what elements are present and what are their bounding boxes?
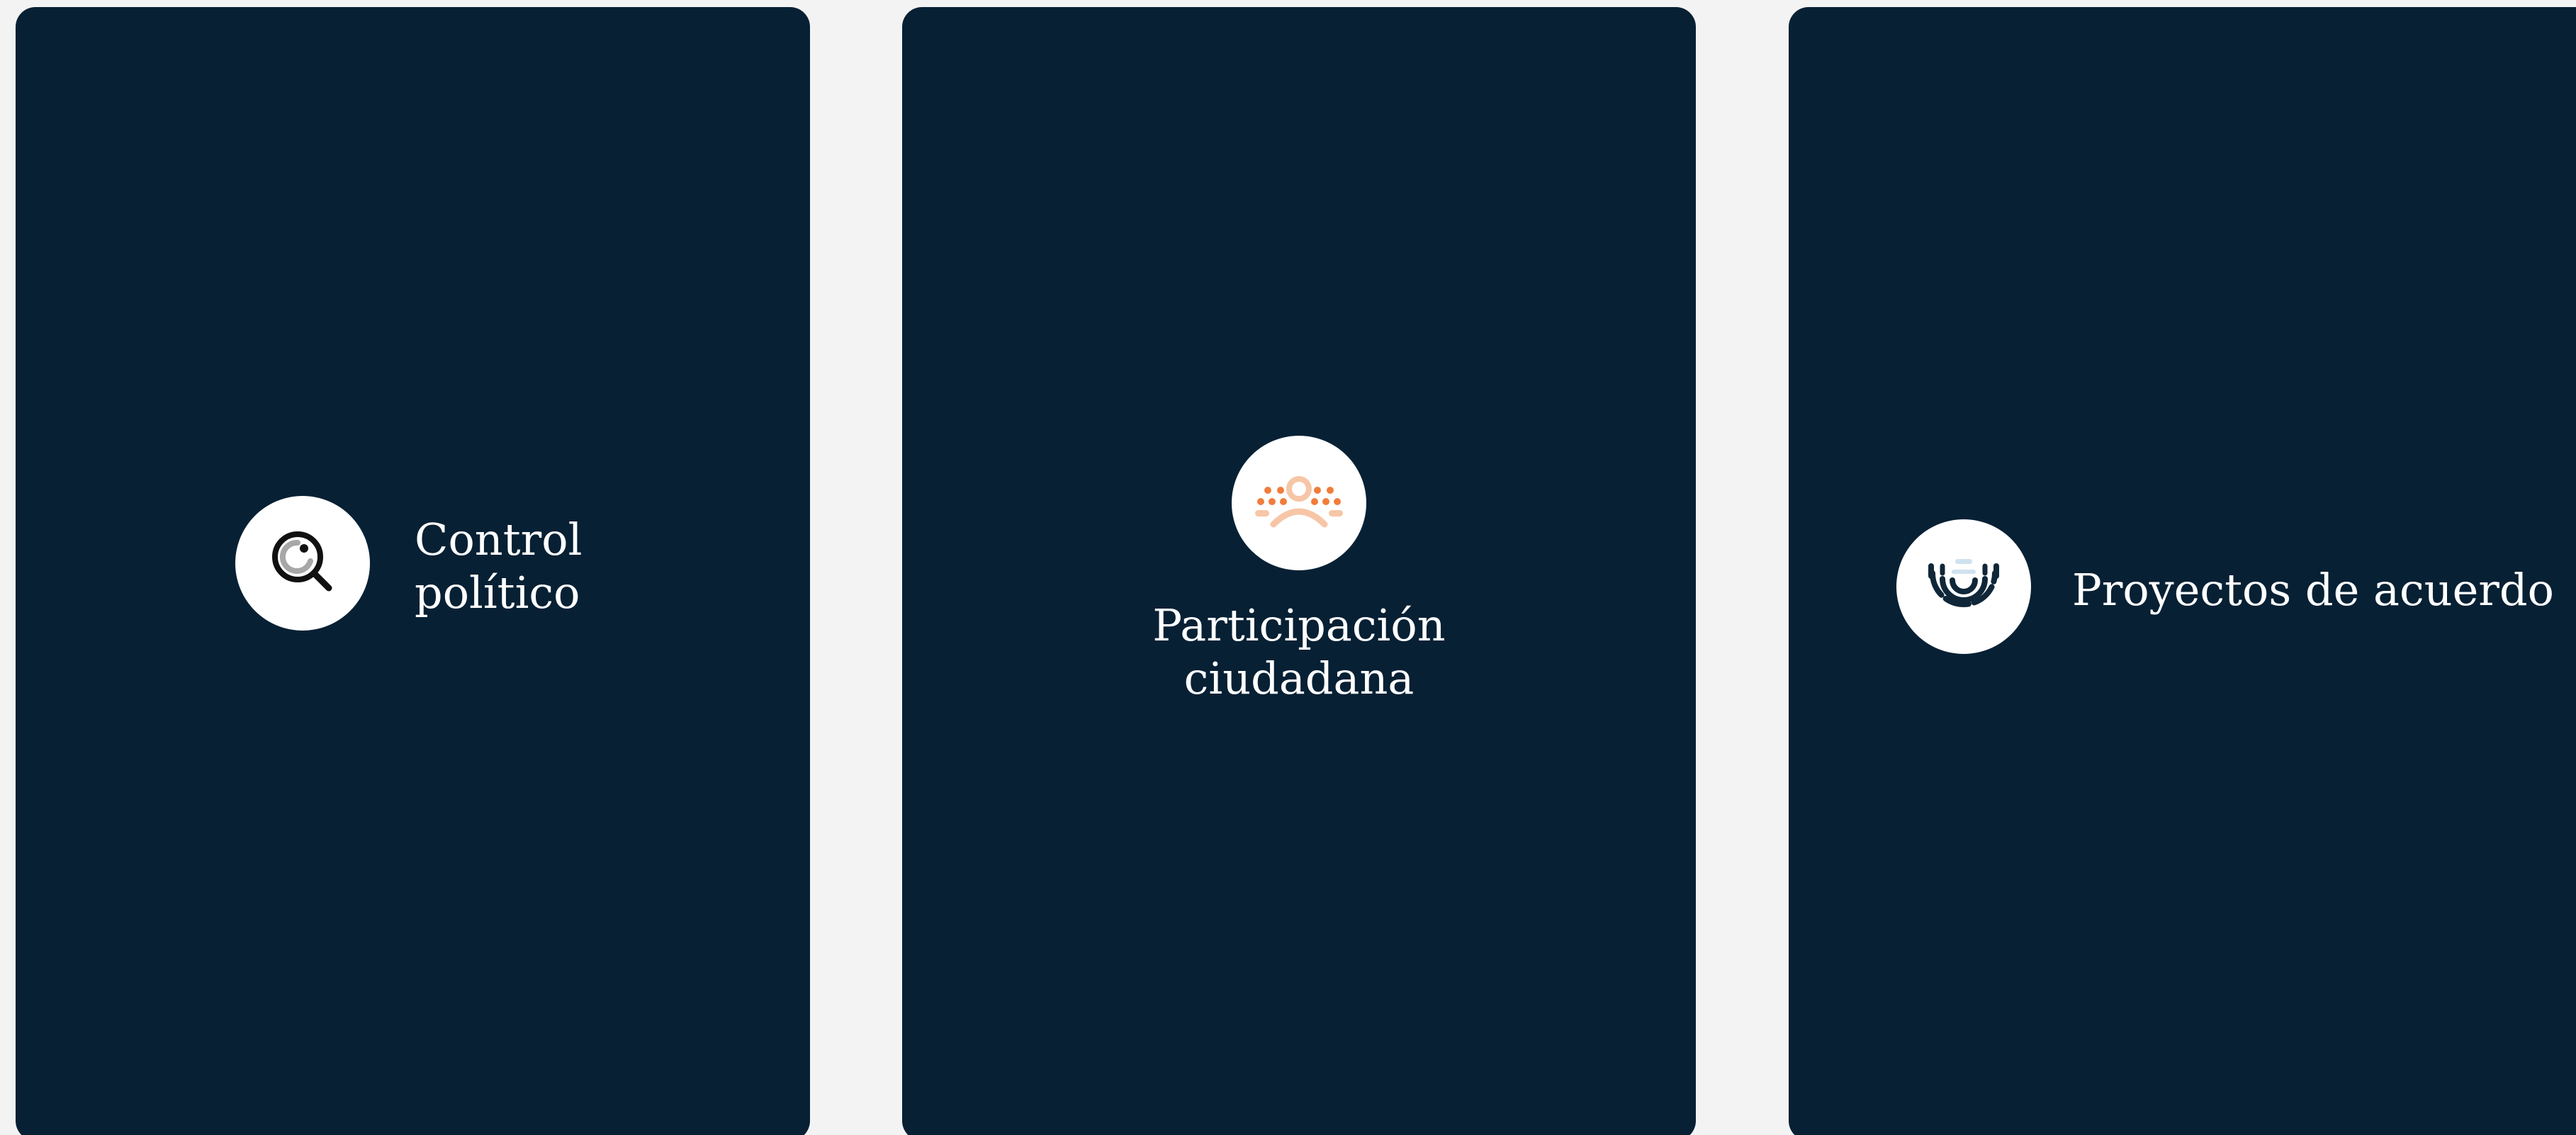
card-control-politico[interactable]: Control político: [16, 7, 810, 1135]
card-title-line: ciudadana: [1183, 653, 1414, 704]
card-title: Participación ciudadana: [902, 599, 1696, 705]
icon-badge: [1232, 436, 1366, 570]
card-title-line: Participación: [1152, 599, 1446, 651]
icon-badge: [1896, 519, 2031, 654]
card-title-line: Proyectos de acuerdo: [2072, 564, 2554, 616]
card-title: Proyectos de acuerdo: [2072, 563, 2554, 616]
assembly-icon: [1928, 559, 1999, 607]
card-title-line: Control: [415, 514, 583, 565]
page: Control político Participación ciudadana…: [0, 0, 2576, 1135]
card-title-line: político: [415, 567, 580, 619]
card-participacion-ciudadana[interactable]: Participación ciudadana: [902, 7, 1696, 1135]
citizens-icon: [1255, 476, 1343, 528]
icon-badge: [235, 496, 370, 631]
card-proyectos-de-acuerdo[interactable]: Proyectos de acuerdo: [1789, 7, 2576, 1135]
card-title: Control político: [415, 513, 582, 619]
magnifier-icon: [272, 531, 332, 592]
